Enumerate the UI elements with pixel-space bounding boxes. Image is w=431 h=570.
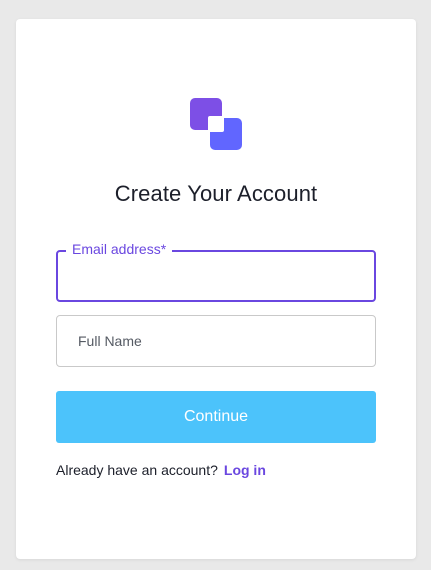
email-input[interactable] [58,252,374,300]
login-prompt-text: Already have an account? [56,462,218,478]
continue-button[interactable]: Continue [56,391,376,443]
signup-card: Create Your Account Email address* Conti… [16,19,416,559]
login-link[interactable]: Log in [224,462,266,478]
full-name-field[interactable] [56,315,376,367]
full-name-input[interactable] [57,316,375,366]
email-field[interactable]: Email address* [56,241,376,302]
login-prompt: Already have an account? Log in [56,462,266,478]
overlapping-squares-logo-icon [190,98,242,150]
page-title: Create Your Account [114,181,318,206]
